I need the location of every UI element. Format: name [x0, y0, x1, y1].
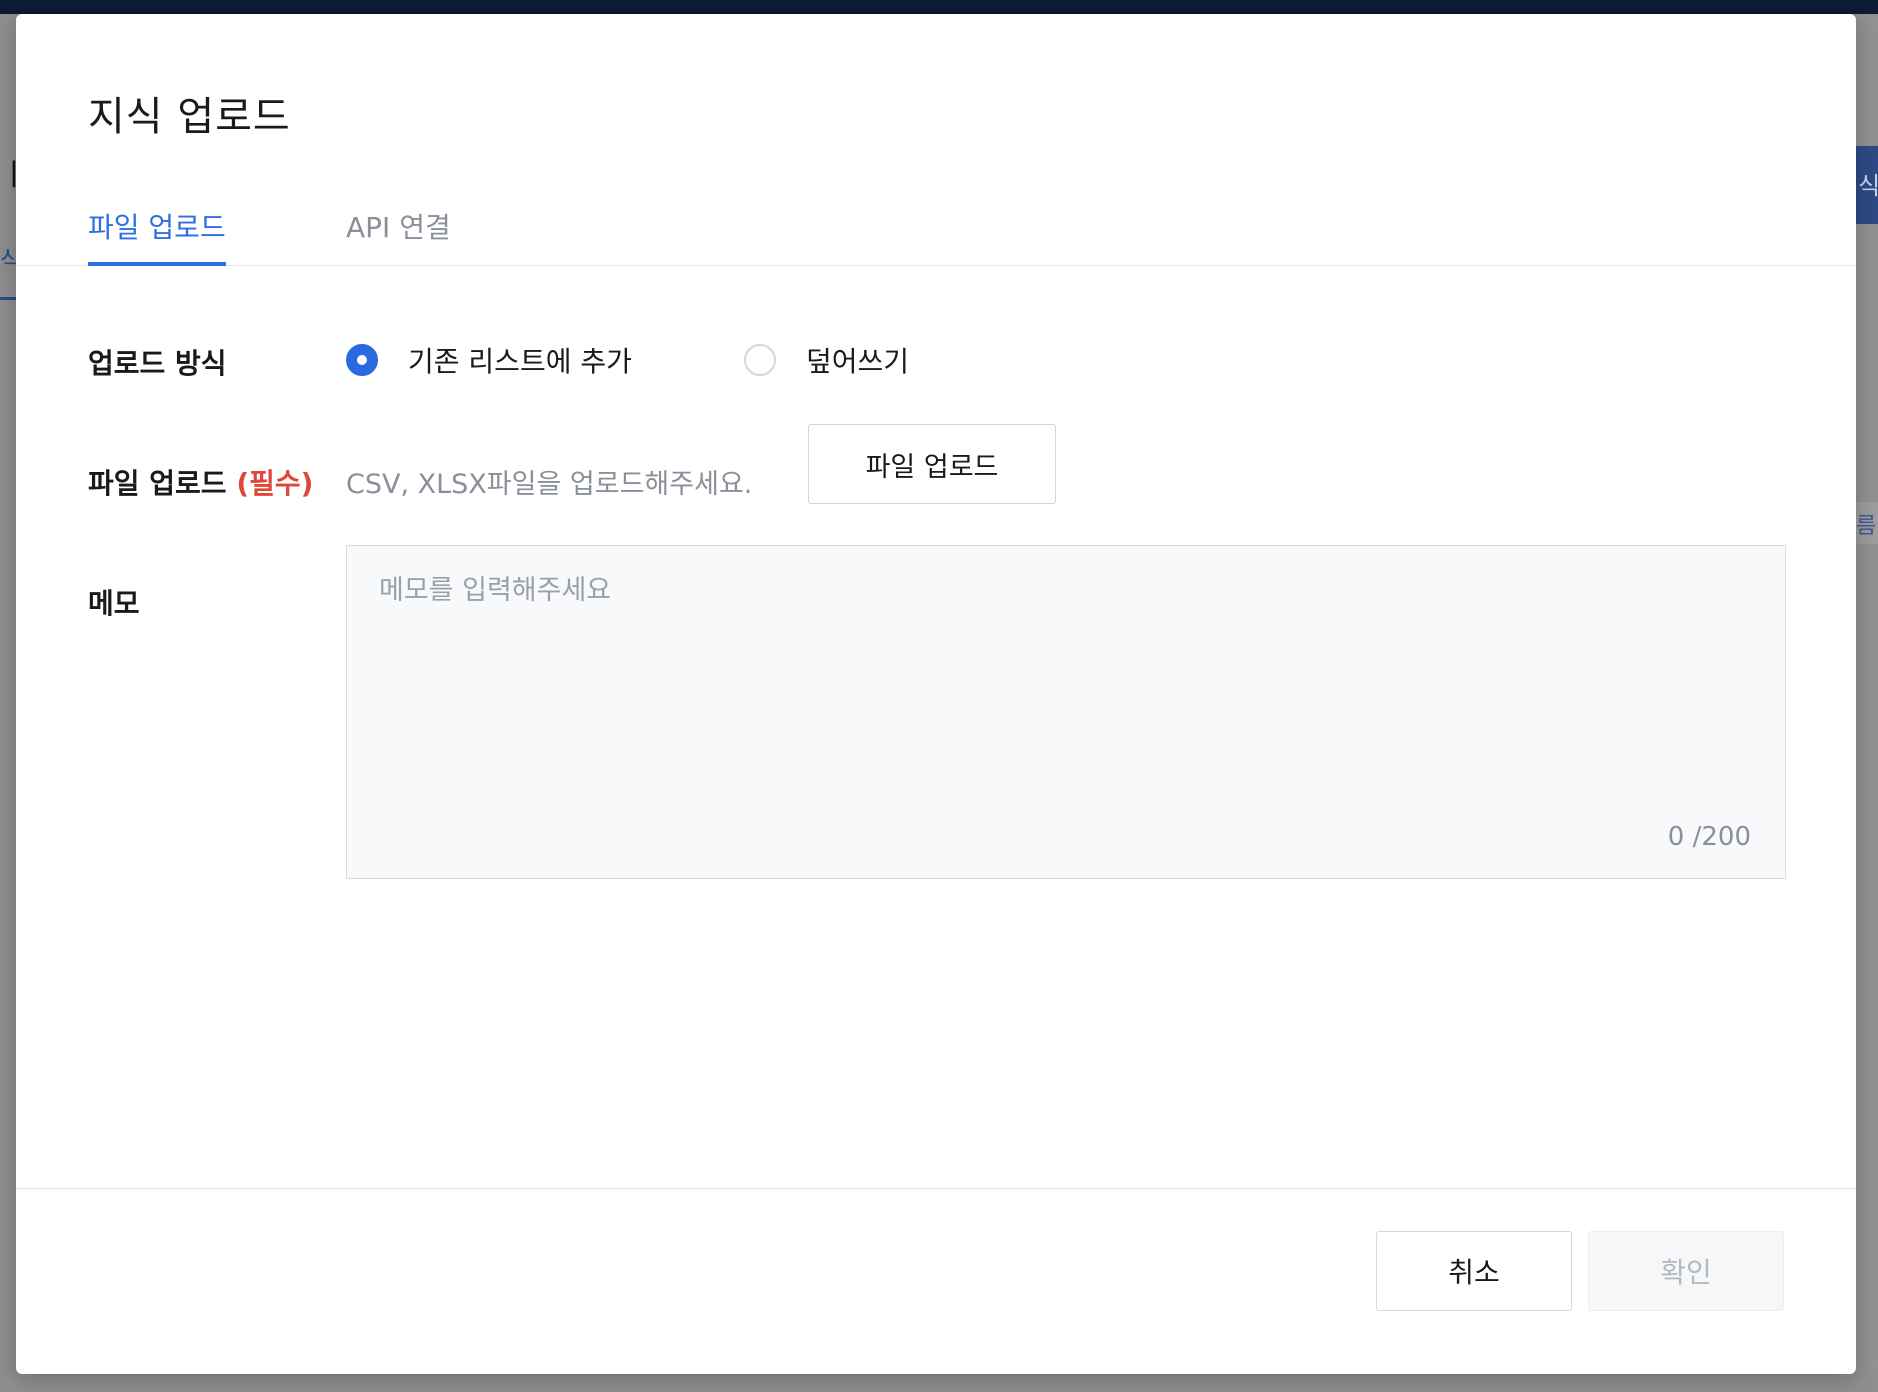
radio-unchecked-icon[interactable]: [744, 344, 776, 376]
file-upload-label-text: 파일 업로드: [88, 467, 227, 500]
upload-method-label: 업로드 방식: [88, 347, 227, 380]
radio-dot: [357, 355, 367, 365]
file-upload-button[interactable]: 파일 업로드: [808, 424, 1056, 504]
memo-label: 메모: [88, 587, 140, 620]
background-heading-fragment: ㅣ: [0, 158, 16, 193]
modal-title: 지식 업로드: [88, 94, 291, 140]
file-upload-hint: CSV, XLSX파일을 업로드해주세요.: [346, 469, 753, 500]
file-upload-label: 파일 업로드 (필수): [88, 462, 313, 502]
radio-append-to-list[interactable]: 기존 리스트에 추가: [346, 340, 632, 380]
background-chip-fragment: 름: [1856, 502, 1878, 544]
background-button-fragment: 식: [1856, 146, 1878, 224]
footer-divider: [16, 1188, 1856, 1189]
knowledge-upload-modal: 지식 업로드 파일 업로드 API 연결 업로드 방식 기존 리스트에 추가 덮…: [16, 14, 1856, 1374]
background-topbar: [0, 0, 1878, 14]
cancel-button[interactable]: 취소: [1376, 1231, 1572, 1311]
radio-append-label: 기존 리스트에 추가: [408, 345, 632, 378]
required-marker: (필수): [236, 467, 314, 500]
radio-checked-icon[interactable]: [346, 344, 378, 376]
memo-textarea[interactable]: [347, 546, 1785, 878]
background-left-area: [0, 14, 16, 1392]
tab-bar: 파일 업로드 API 연결: [16, 190, 1856, 266]
confirm-button[interactable]: 확인: [1588, 1231, 1784, 1311]
radio-overwrite[interactable]: 덮어쓰기: [744, 340, 909, 380]
memo-field: 0 /200: [346, 545, 1786, 879]
tab-file-upload[interactable]: 파일 업로드: [88, 206, 226, 266]
background-tab-fragment: 식: [0, 240, 16, 300]
background-bottom: [0, 1374, 1878, 1392]
radio-overwrite-label: 덮어쓰기: [806, 345, 910, 378]
memo-char-counter: 0 /200: [1667, 822, 1751, 852]
tab-api-connect[interactable]: API 연결: [346, 206, 466, 266]
